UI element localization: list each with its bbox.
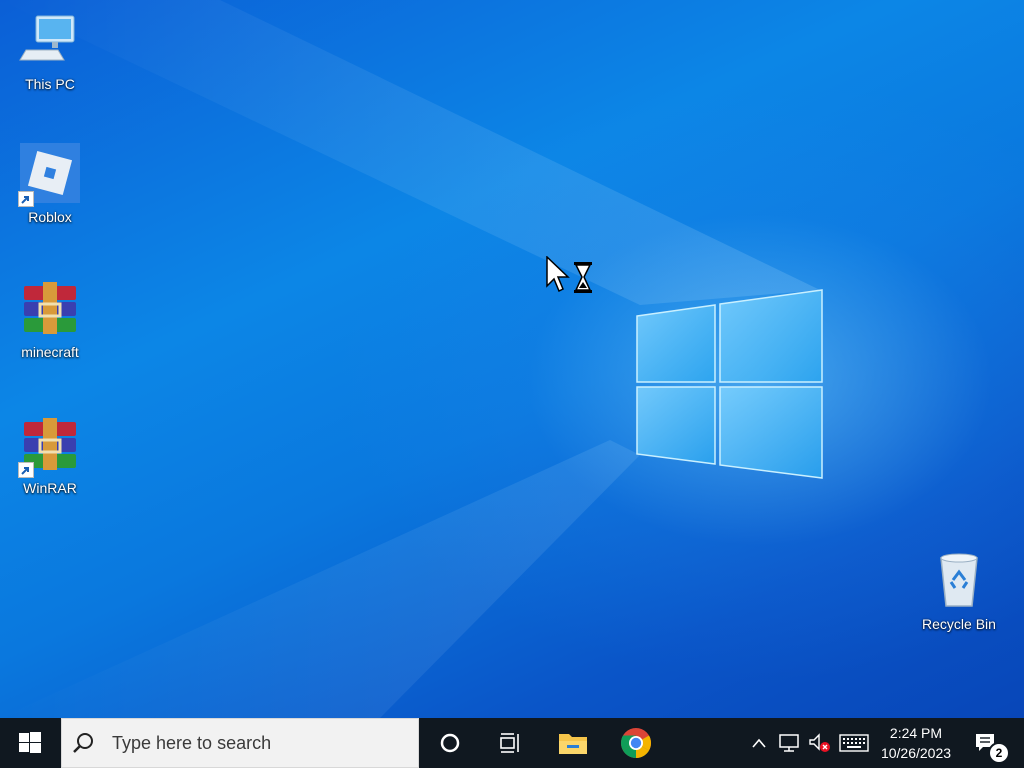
action-center-button[interactable]: 2 [964, 718, 1010, 768]
clock-time: 2:24 PM [889, 725, 943, 741]
search-icon [73, 733, 93, 753]
winrar-icon [18, 414, 82, 478]
icon-label: Roblox [28, 209, 72, 225]
file-explorer-icon [559, 734, 587, 754]
busy-cursor [546, 255, 598, 296]
shortcut-arrow-icon [18, 191, 34, 207]
show-hidden-icons-button[interactable] [746, 718, 772, 768]
computer-icon [18, 10, 82, 74]
network-icon [779, 734, 799, 752]
desktop-icon-recycle-bin[interactable]: Recycle Bin [916, 550, 1002, 633]
cortana-button[interactable] [424, 718, 476, 768]
file-explorer-button[interactable] [547, 718, 599, 768]
desktop-icon-winrar[interactable]: WinRAR [7, 414, 93, 497]
search-placeholder: Type here to search [112, 732, 272, 753]
start-button[interactable] [0, 718, 60, 768]
search-box[interactable]: Type here to search [61, 718, 419, 768]
roblox-icon [18, 143, 82, 207]
network-button[interactable] [775, 718, 803, 768]
volume-muted-icon [809, 733, 830, 752]
task-view-icon [500, 733, 519, 753]
recycle-bin-icon [927, 550, 991, 614]
icon-label: WinRAR [23, 480, 77, 496]
desktop-icon-minecraft[interactable]: minecraft [7, 278, 93, 361]
task-view-button[interactable] [484, 718, 536, 768]
touch-keyboard-button[interactable] [836, 718, 872, 768]
wallpaper-beams [0, 0, 823, 718]
desktop[interactable]: This PC Roblox minecraft WinRAR Recycle … [0, 0, 1024, 718]
volume-button[interactable] [805, 718, 833, 768]
desktop-icon-roblox[interactable]: Roblox [7, 143, 93, 226]
icon-label: minecraft [21, 344, 79, 360]
clock[interactable]: 2:24 PM 10/26/2023 [874, 718, 958, 768]
shortcut-arrow-icon [18, 462, 34, 478]
touch-keyboard-icon [839, 734, 869, 752]
windows-logo-wallpaper [636, 289, 823, 479]
icon-label: Recycle Bin [922, 616, 996, 632]
icon-label: This PC [25, 76, 75, 92]
winrar-archive-icon [18, 278, 82, 342]
chrome-icon [620, 728, 652, 759]
notification-count-badge: 2 [988, 742, 1010, 764]
cortana-icon [440, 733, 460, 753]
chrome-button[interactable] [610, 718, 662, 768]
chevron-up-icon [752, 738, 766, 748]
clock-date: 10/26/2023 [880, 745, 952, 761]
desktop-icon-this-pc[interactable]: This PC [7, 10, 93, 93]
windows-start-icon [19, 732, 41, 753]
